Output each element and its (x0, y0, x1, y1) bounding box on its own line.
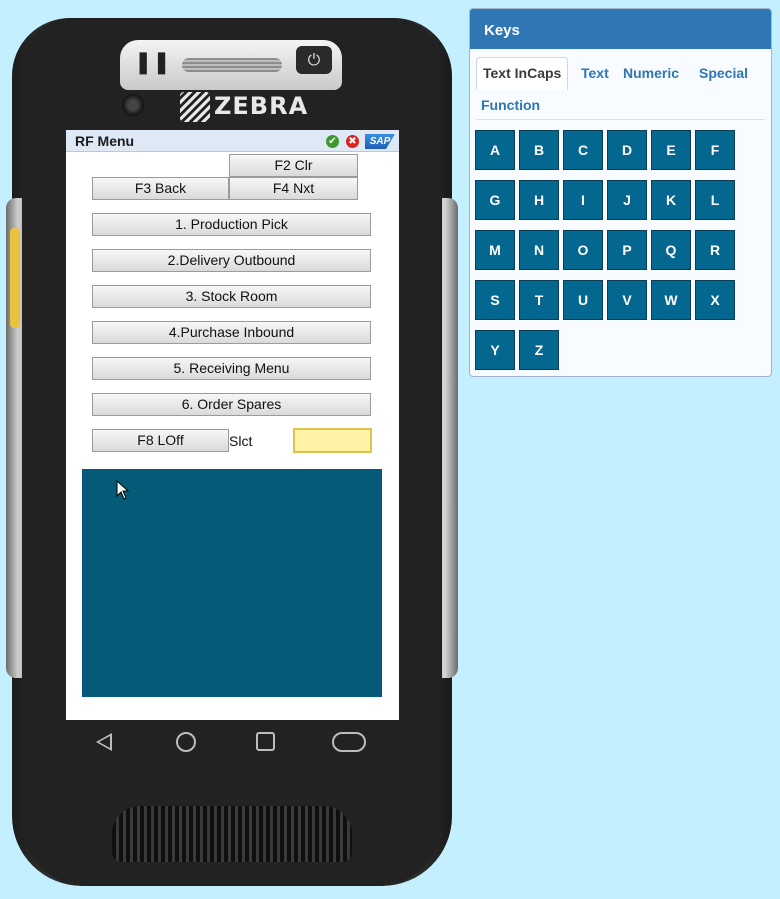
key-i[interactable]: I (563, 180, 603, 220)
message-area (82, 469, 382, 697)
recents-icon[interactable] (256, 732, 275, 751)
rf-title-bar: RF Menu ✔ ✖ SAP (66, 130, 399, 152)
key-s[interactable]: S (475, 280, 515, 320)
f4-next-button[interactable]: F4 Nxt (229, 177, 358, 200)
select-label: Slct (229, 433, 253, 449)
speaker-grille (112, 806, 352, 862)
key-n[interactable]: N (519, 230, 559, 270)
key-q[interactable]: Q (651, 230, 691, 270)
tab-function[interactable]: Function (481, 97, 540, 113)
key-b[interactable]: B (519, 130, 559, 170)
menu-production-pick-button[interactable]: 1. Production Pick (92, 213, 371, 236)
select-input-wrapper (293, 428, 372, 453)
key-d[interactable]: D (607, 130, 647, 170)
keys-panel: Keys Text InCaps Text Numeric Special Fu… (469, 8, 772, 377)
key-x[interactable]: X (695, 280, 735, 320)
menu-stock-room-button[interactable]: 3. Stock Room (92, 285, 371, 308)
keys-panel-title: Keys (470, 9, 771, 49)
keys-tabs: Text InCaps Text Numeric Special Functio… (470, 49, 771, 121)
device-screen: RF Menu ✔ ✖ SAP F2 Clr F3 Back F4 Nxt 1.… (66, 130, 399, 720)
key-p[interactable]: P (607, 230, 647, 270)
sap-logo: SAP (365, 134, 395, 149)
tab-text[interactable]: Text (581, 65, 609, 81)
back-icon[interactable] (96, 733, 112, 751)
key-w[interactable]: W (651, 280, 691, 320)
key-g[interactable]: G (475, 180, 515, 220)
side-scan-button[interactable] (10, 228, 20, 328)
menu-purchase-inbound-button[interactable]: 4.Purchase Inbound (92, 321, 371, 344)
android-nav-bar (66, 722, 399, 762)
pill-icon[interactable] (332, 732, 366, 752)
device-top-bar: ❚❚ ⏻ (120, 40, 342, 90)
camera-lens (122, 94, 144, 116)
key-z[interactable]: Z (519, 330, 559, 370)
pause-icon: ❚❚ (134, 50, 171, 75)
home-icon[interactable] (176, 732, 196, 752)
key-o[interactable]: O (563, 230, 603, 270)
ok-icon[interactable]: ✔ (326, 135, 339, 148)
menu-order-spares-button[interactable]: 6. Order Spares (92, 393, 371, 416)
f8-logoff-button[interactable]: F8 LOff (92, 429, 229, 452)
tabs-divider (476, 119, 765, 120)
key-y[interactable]: Y (475, 330, 515, 370)
key-h[interactable]: H (519, 180, 559, 220)
tab-text-incaps[interactable]: Text InCaps (476, 57, 569, 90)
cancel-icon[interactable]: ✖ (346, 135, 359, 148)
power-icon[interactable]: ⏻ (296, 46, 332, 74)
brand-logo: ZEBRA (180, 92, 308, 122)
key-j[interactable]: J (607, 180, 647, 220)
key-u[interactable]: U (563, 280, 603, 320)
mouse-pointer-icon (116, 480, 130, 500)
menu-receiving-button[interactable]: 5. Receiving Menu (92, 357, 371, 380)
f3-back-button[interactable]: F3 Back (92, 177, 229, 200)
page-title: RF Menu (75, 133, 135, 149)
tab-numeric[interactable]: Numeric (623, 65, 679, 81)
key-l[interactable]: L (695, 180, 735, 220)
key-m[interactable]: M (475, 230, 515, 270)
earpiece-grille (182, 58, 282, 72)
menu-delivery-outbound-button[interactable]: 2.Delivery Outbound (92, 249, 371, 272)
key-k[interactable]: K (651, 180, 691, 220)
key-t[interactable]: T (519, 280, 559, 320)
key-f[interactable]: F (695, 130, 735, 170)
key-c[interactable]: C (563, 130, 603, 170)
select-input[interactable] (295, 430, 370, 451)
key-e[interactable]: E (651, 130, 691, 170)
f2-clear-button[interactable]: F2 Clr (229, 154, 358, 177)
tab-special[interactable]: Special (699, 65, 748, 81)
key-r[interactable]: R (695, 230, 735, 270)
key-v[interactable]: V (607, 280, 647, 320)
brand-name: ZEBRA (214, 92, 309, 120)
key-a[interactable]: A (475, 130, 515, 170)
zebra-logo-icon (180, 92, 210, 122)
